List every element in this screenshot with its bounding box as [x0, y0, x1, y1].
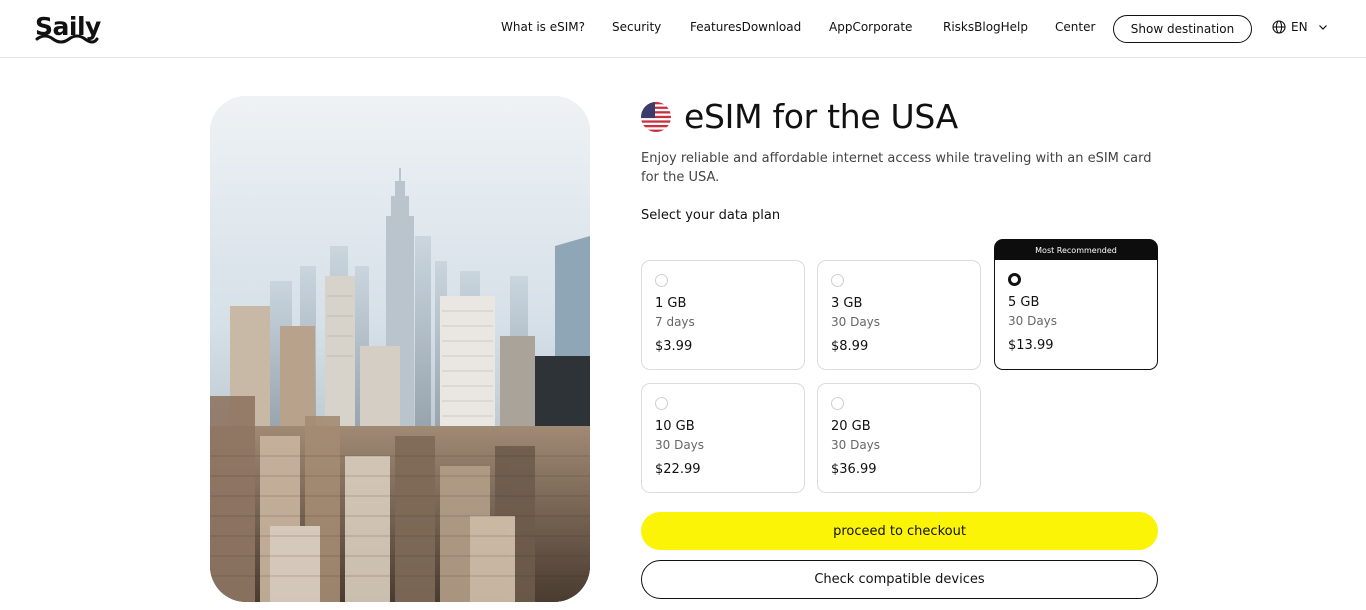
- show-destination-button[interactable]: Show destination: [1113, 15, 1252, 43]
- nav-center[interactable]: Center: [1055, 20, 1095, 34]
- usa-flag-icon: [641, 102, 671, 132]
- logo-wave-icon: [35, 34, 99, 44]
- plan-price: $22.99: [655, 462, 701, 477]
- page-title: eSIM for the USA: [684, 97, 958, 136]
- plan-duration: 30 Days: [655, 438, 705, 452]
- plan-data: 5 GB: [1008, 295, 1040, 310]
- proceed-to-checkout-button[interactable]: proceed to checkout: [641, 512, 1158, 550]
- nav-features-download[interactable]: FeaturesDownload: [690, 20, 801, 34]
- most-recommended-badge: Most Recommended: [994, 239, 1158, 262]
- plan-price: $13.99: [1008, 338, 1054, 353]
- language-label: EN: [1291, 20, 1308, 34]
- plan-radio-selected[interactable]: [1008, 273, 1021, 286]
- title-row: eSIM for the USA: [641, 97, 958, 137]
- check-compatible-devices-button[interactable]: Check compatible devices: [641, 560, 1158, 599]
- saily-logo[interactable]: Saily: [35, 12, 101, 44]
- plan-data: 1 GB: [655, 296, 687, 311]
- plan-card-1gb[interactable]: 1 GB 7 days $3.99: [641, 260, 805, 370]
- plan-duration: 30 Days: [1008, 314, 1058, 328]
- nav-what-is-esim[interactable]: What is eSIM?: [501, 20, 585, 34]
- plan-radio[interactable]: [655, 397, 668, 410]
- nav-app-corporate[interactable]: AppCorporate: [829, 20, 912, 34]
- plan-card-3gb[interactable]: 3 GB 30 Days $8.99: [817, 260, 981, 370]
- chevron-down-icon: [1318, 25, 1327, 30]
- plan-card-10gb[interactable]: 10 GB 30 Days $22.99: [641, 383, 805, 493]
- plan-card-20gb[interactable]: 20 GB 30 Days $36.99: [817, 383, 981, 493]
- select-plan-label: Select your data plan: [641, 208, 781, 223]
- plan-price: $8.99: [831, 339, 869, 354]
- plan-data: 20 GB: [831, 419, 871, 434]
- plan-radio[interactable]: [831, 274, 844, 287]
- plan-radio[interactable]: [655, 274, 668, 287]
- plan-card-5gb[interactable]: 5 GB 30 Days $13.99: [994, 260, 1158, 370]
- plan-price: $36.99: [831, 462, 877, 477]
- plan-duration: 30 Days: [831, 315, 881, 329]
- city-skyline-photo: [210, 96, 590, 602]
- nav-security[interactable]: Security: [612, 20, 661, 34]
- plan-radio[interactable]: [831, 397, 844, 410]
- plan-duration: 7 days: [655, 315, 695, 329]
- globe-icon: [1272, 20, 1286, 34]
- language-selector[interactable]: EN: [1272, 20, 1329, 34]
- plan-data: 10 GB: [655, 419, 695, 434]
- plan-price: $3.99: [655, 339, 693, 354]
- page-subtitle: Enjoy reliable and affordable internet a…: [641, 151, 1152, 185]
- plan-data: 3 GB: [831, 296, 863, 311]
- hero-city-image: [210, 96, 590, 602]
- plan-duration: 30 Days: [831, 438, 881, 452]
- nav-risks-blog-help[interactable]: RisksBlogHelp: [943, 20, 1028, 34]
- site-header: Saily What is eSIM? Security FeaturesDow…: [0, 0, 1366, 58]
